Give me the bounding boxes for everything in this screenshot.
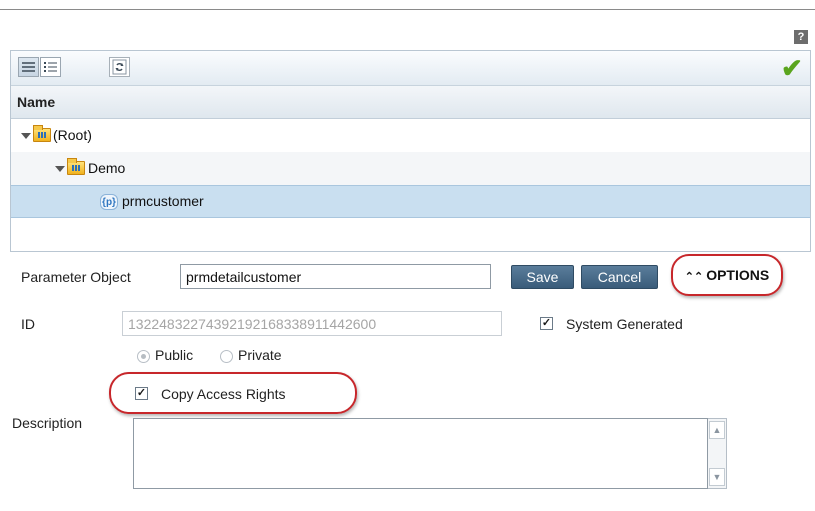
options-toggle[interactable]: ⌃⌃ OPTIONS [671, 254, 783, 296]
browser-toolbar: ✔ [11, 51, 810, 86]
private-radio[interactable] [220, 350, 233, 363]
list-view-button[interactable] [18, 57, 39, 77]
id-label: ID [21, 316, 35, 332]
options-label: OPTIONS [706, 267, 770, 283]
folder-icon [33, 125, 51, 142]
tree-node-label: (Root) [53, 127, 92, 143]
detail-view-icon [44, 62, 57, 72]
refresh-button[interactable] [109, 57, 130, 77]
description-scrollbar[interactable]: ▲ ▼ [708, 418, 727, 489]
id-input [122, 311, 502, 336]
copy-access-rights-label: Copy Access Rights [161, 386, 286, 402]
expand-triangle-icon[interactable] [55, 166, 65, 172]
private-label: Private [238, 347, 282, 363]
tree-node-label: prmcustomer [122, 193, 204, 209]
parameter-object-label: Parameter Object [21, 269, 131, 285]
save-button[interactable]: Save [511, 265, 574, 289]
detail-view-button[interactable] [40, 57, 61, 77]
top-divider [0, 9, 815, 10]
scroll-down-icon[interactable]: ▼ [709, 468, 725, 486]
parameter-object-icon: {p} [100, 194, 118, 210]
cancel-button[interactable]: Cancel [581, 265, 658, 289]
system-generated-label: System Generated [566, 316, 683, 332]
list-view-icon [22, 62, 35, 72]
expand-triangle-icon[interactable] [21, 133, 31, 139]
public-label: Public [155, 347, 194, 363]
parameter-object-input[interactable] [180, 264, 491, 289]
public-radio[interactable] [137, 350, 150, 363]
confirm-check-icon[interactable]: ✔ [781, 55, 803, 81]
refresh-icon [112, 59, 127, 75]
folder-icon [67, 158, 85, 175]
tree-row-prmcustomer[interactable]: {p} prmcustomer [11, 185, 810, 218]
name-column-header[interactable]: Name [11, 86, 810, 119]
scroll-up-icon[interactable]: ▲ [709, 421, 725, 439]
double-chevron-up-icon: ⌃⌃ [684, 271, 704, 283]
system-generated-checkbox[interactable]: ✓ [540, 317, 553, 330]
tree-node-label: Demo [88, 160, 126, 176]
description-label: Description [12, 415, 83, 431]
tree-row-demo[interactable]: Demo [11, 152, 810, 185]
tree-row-root[interactable]: (Root) [11, 119, 810, 152]
object-browser: ✔ Name (Root) Demo {p} prmcustomer [10, 50, 811, 252]
copy-access-rights-checkbox[interactable]: ✓ [135, 387, 148, 400]
help-button[interactable]: ? [794, 30, 808, 44]
description-textarea[interactable] [133, 418, 708, 489]
